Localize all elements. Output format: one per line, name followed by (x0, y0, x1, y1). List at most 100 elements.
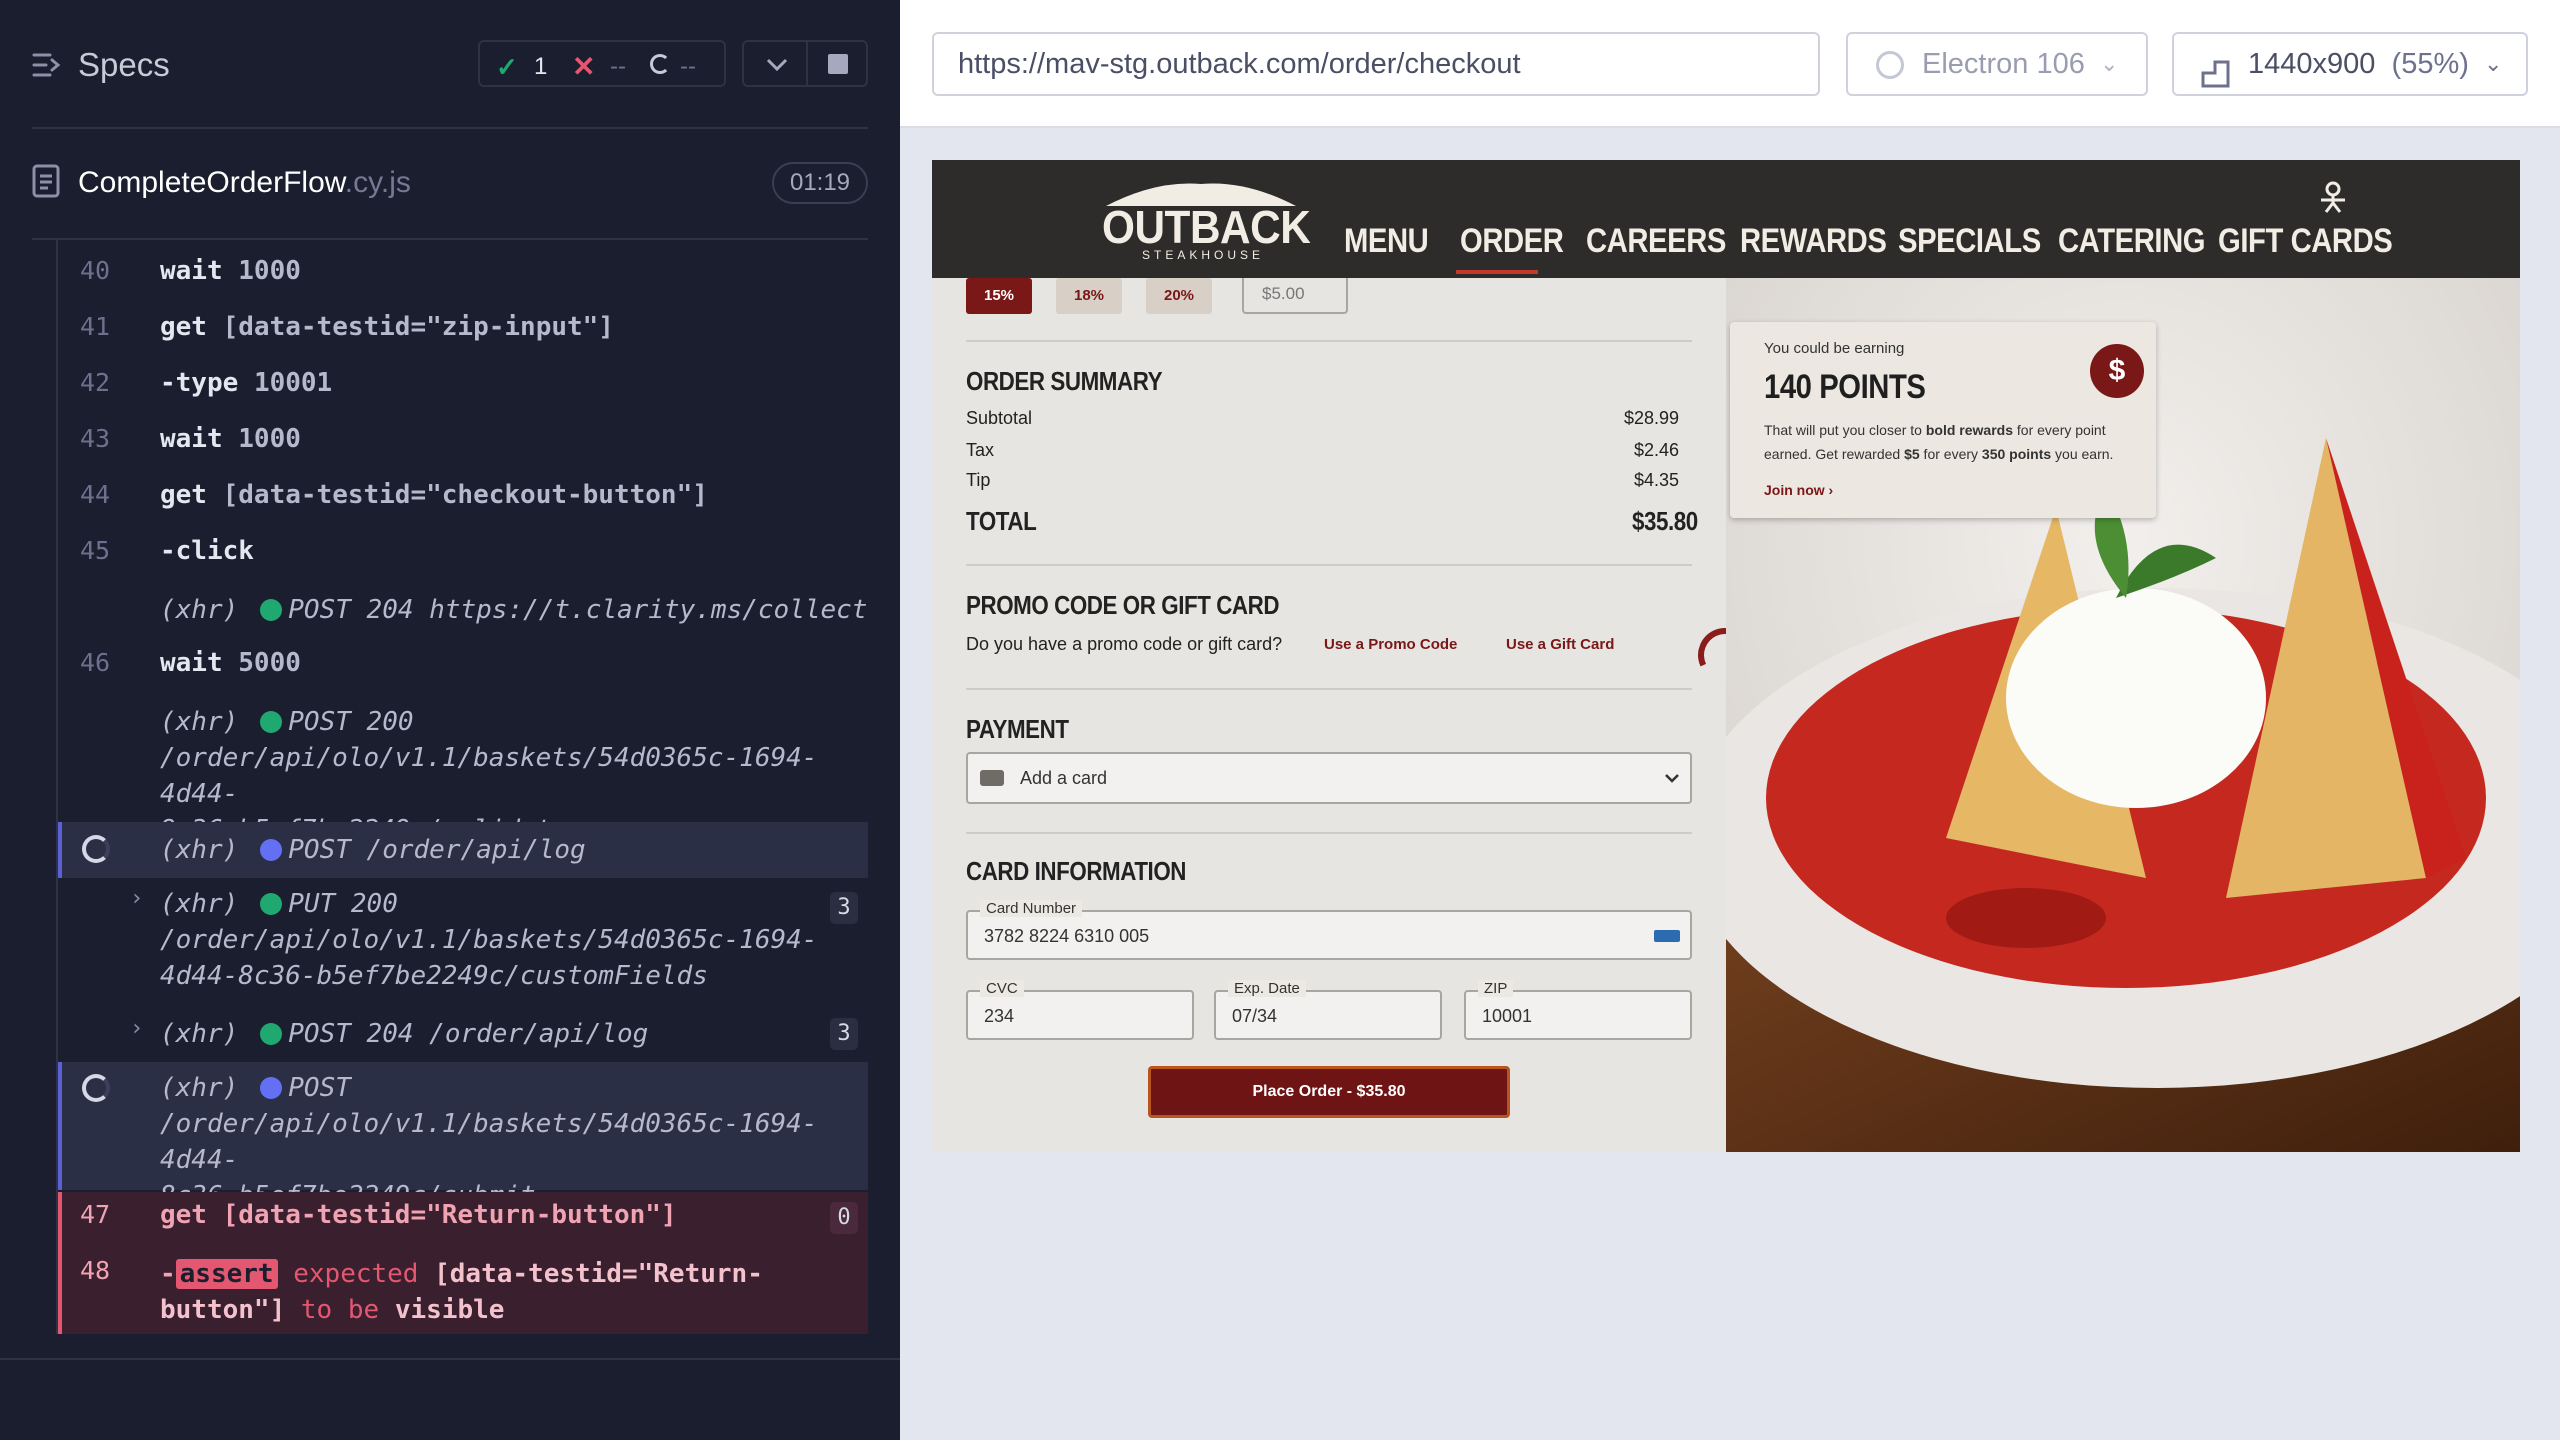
card-info-title: CARD INFORMATION (966, 856, 1187, 886)
xhr-row-pending[interactable]: (xhr) POST /order/api/log (58, 822, 868, 878)
divider (806, 42, 808, 85)
nav-active-underline (1456, 270, 1538, 274)
exp-date-value: 07/34 (1232, 1006, 1278, 1026)
test-stats: ✓ 1 ✕ -- -- (478, 40, 726, 87)
command-row-failed[interactable]: 47 get [data-testid="Return-button"] 0 (58, 1200, 868, 1242)
command-row[interactable]: 43 wait 1000 (58, 424, 868, 466)
use-promo-code-link[interactable]: Use a Promo Code (1324, 636, 1457, 653)
xhr-row[interactable]: › (xhr) PUT 200 /order/api/olo/v1.1/baske… (58, 886, 868, 996)
assert-message: - assert expected [data-testid="Return- b… (160, 1259, 763, 1325)
brand-logo[interactable]: OUTBACK STEAKHOUSE (1096, 178, 1311, 262)
spec-file-icon (32, 164, 60, 198)
chevron-down-icon: ⌄ (2100, 51, 2119, 76)
nav-catering[interactable]: CATERING (2058, 222, 2206, 261)
join-now-link[interactable]: Join now › (1764, 482, 1833, 498)
command-row[interactable]: 44 get [data-testid="checkout-button"] (58, 480, 868, 522)
xhr-row[interactable]: (xhr) POST 200 /order/api/olo/v1.1/basket… (58, 704, 868, 845)
nav-specials[interactable]: SPECIALS (1898, 222, 2041, 261)
pending-count: -- (680, 53, 696, 80)
card-brand-icon (1654, 930, 1680, 942)
exp-date-field[interactable]: Exp. Date 07/34 (1214, 980, 1442, 1040)
status-dot (260, 893, 283, 915)
stop-icon[interactable] (828, 54, 848, 74)
site-header: OUTBACK STEAKHOUSE MENU ORDER CAREERS RE… (932, 160, 2520, 278)
rewards-body: That will put you closer to bold rewards… (1764, 422, 2114, 462)
command-name: wait 1000 (160, 424, 301, 454)
assert-keyword: assert (175, 1259, 278, 1289)
nav-gift-cards[interactable]: GIFT CARDS (2218, 222, 2393, 261)
total-value: $35.80 (1632, 506, 1698, 536)
tip-value: $4.35 (1634, 470, 1680, 490)
nav-rewards[interactable]: REWARDS (1740, 222, 1887, 261)
count-badge: 3 (830, 1018, 858, 1050)
spec-duration: 01:19 (772, 162, 868, 204)
tip-option[interactable]: 20% (1146, 278, 1212, 314)
command-name: wait 1000 (160, 256, 301, 286)
command-row[interactable]: 46 wait 5000 (58, 648, 868, 690)
passed-icon: ✓ (496, 52, 518, 82)
line-number: 44 (80, 480, 111, 509)
cvc-field[interactable]: CVC 234 (966, 980, 1194, 1040)
command-row-failed[interactable]: 48 - assert expected [data-testid="Return… (58, 1256, 868, 1332)
tip-option-selected[interactable]: 15% (966, 278, 1032, 314)
expand-chevron-icon[interactable]: › (130, 886, 143, 911)
divider (966, 832, 1692, 834)
command-row[interactable]: 42 -type 10001 (58, 368, 868, 410)
subtotal-value: $28.99 (1624, 408, 1680, 428)
browser-select[interactable]: Electron 106 ⌄ (1846, 32, 2148, 96)
payment-title: PAYMENT (966, 714, 1069, 744)
url-input[interactable]: https://mav-stg.outback.com/order/checko… (932, 32, 1820, 96)
command-row[interactable]: 40 wait 1000 (58, 256, 868, 298)
status-dot (260, 839, 283, 861)
tax-label: Tax (966, 440, 995, 460)
brand-name: OUTBACK (1102, 201, 1311, 253)
failed-icon: ✕ (572, 51, 596, 82)
xhr-row[interactable]: (xhr) POST 204 https://t.clarity.ms/colle… (58, 592, 868, 634)
exp-date-label: Exp. Date (1228, 980, 1306, 997)
brand-subtitle: STEAKHOUSE (1142, 248, 1265, 262)
payment-method-select[interactable]: Add a card (966, 752, 1692, 804)
place-order-button[interactable]: Place Order - $35.80 (1148, 1066, 1510, 1118)
xhr-text: (xhr) PUT 200 /order/api/olo/v1.1/baskets… (160, 889, 818, 991)
line-number: 41 (80, 312, 111, 341)
rewards-points: 140 POINTS (1764, 368, 1926, 406)
passed-count: 1 (534, 53, 548, 80)
line-number: 47 (80, 1200, 111, 1229)
xhr-row[interactable]: › (xhr) POST 204 /order/api/log 3 (58, 1016, 868, 1058)
expand-chevron-icon[interactable]: › (130, 1016, 143, 1041)
xhr-text: (xhr) POST 204 https://t.clarity.ms/colle… (160, 595, 868, 625)
tip-custom-input[interactable]: $5.00 (1242, 278, 1348, 314)
cvc-value: 234 (984, 1006, 1015, 1026)
command-row[interactable]: 41 get [data-testid="zip-input"] (58, 312, 868, 354)
xhr-row-pending[interactable]: (xhr) POST /order/api/olo/v1.1/baskets/54… (58, 1062, 868, 1211)
command-row[interactable]: 45 -click (58, 536, 868, 578)
account-icon[interactable] (2318, 180, 2348, 214)
command-name: wait 5000 (160, 648, 301, 678)
payment-select-value: Add a card (1020, 768, 1108, 788)
tip-label: Tip (966, 470, 991, 490)
specs-title[interactable]: Specs (78, 46, 170, 84)
command-name: -type 10001 (160, 368, 333, 398)
tip-option[interactable]: 18% (1056, 278, 1122, 314)
status-dot (260, 599, 283, 621)
header-divider (32, 127, 868, 129)
command-name: get [data-testid="checkout-button"] (160, 480, 708, 510)
nav-careers[interactable]: CAREERS (1586, 222, 1726, 261)
loading-spinner-icon (82, 1074, 110, 1102)
collapse-chevron-icon[interactable] (762, 52, 792, 76)
nav-order[interactable]: ORDER (1460, 222, 1564, 261)
specs-menu-icon[interactable] (32, 52, 62, 78)
line-number: 40 (80, 256, 111, 285)
spec-filename: CompleteOrderFlow.cy.js (78, 166, 411, 200)
failed-count: -- (610, 53, 626, 80)
use-gift-card-link[interactable]: Use a Gift Card (1506, 636, 1614, 653)
ruler-icon (2200, 50, 2232, 88)
zip-field[interactable]: ZIP 10001 (1464, 980, 1692, 1040)
count-badge: 3 (830, 892, 858, 924)
spec-name: CompleteOrderFlow (78, 166, 345, 199)
nav-menu[interactable]: MENU (1344, 222, 1429, 261)
command-log-panel: Specs ✓ 1 ✕ -- -- CompleteOrderFlow.cy.j… (0, 0, 900, 1440)
card-number-field[interactable]: Card Number 3782 8224 6310 005 (966, 900, 1692, 960)
divider (966, 340, 1692, 342)
viewport-select[interactable]: 1440x900 (55%) ⌄ (2172, 32, 2528, 96)
